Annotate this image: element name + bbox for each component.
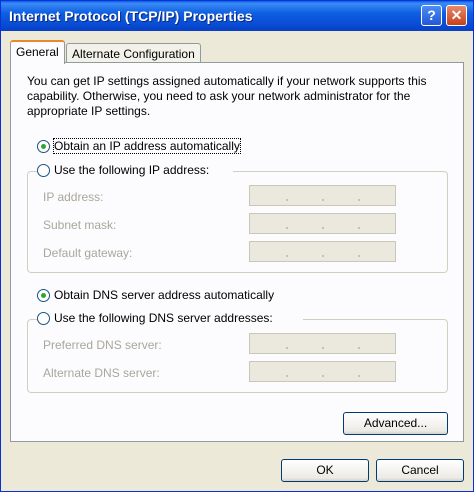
ip-address-input[interactable]: [249, 185, 396, 206]
help-icon: ?: [427, 7, 436, 23]
use-following-dns-label: Use the following DNS server addresses:: [54, 311, 273, 325]
help-button[interactable]: ?: [421, 5, 442, 26]
tab-general-label: General: [16, 45, 59, 59]
close-button[interactable]: ✕: [446, 5, 467, 26]
subnet-mask-input[interactable]: [249, 213, 396, 234]
radio-selected-dot: [41, 293, 46, 298]
ip-address-label: IP address:: [43, 190, 104, 204]
tab-alternate-configuration[interactable]: Alternate Configuration: [66, 43, 201, 63]
radio-selected-dot: [41, 144, 46, 149]
dialog-window: Internet Protocol (TCP/IP) Properties ? …: [0, 0, 474, 492]
radio-circle: [37, 164, 50, 177]
use-following-dns-radio[interactable]: Use the following DNS server addresses:: [37, 311, 303, 326]
obtain-dns-auto-label: Obtain DNS server address automatically: [54, 288, 275, 302]
title-bar[interactable]: Internet Protocol (TCP/IP) Properties ? …: [1, 1, 473, 31]
radio-circle: [37, 289, 50, 302]
close-icon: ✕: [450, 7, 463, 23]
preferred-dns-label: Preferred DNS server:: [43, 338, 162, 352]
alternate-dns-input[interactable]: [249, 361, 396, 382]
advanced-button[interactable]: Advanced...: [343, 412, 448, 435]
preferred-dns-input[interactable]: [249, 333, 396, 354]
use-following-ip-label: Use the following IP address:: [54, 163, 210, 177]
radio-circle: [37, 140, 50, 153]
tab-general[interactable]: General: [10, 40, 65, 64]
radio-circle: [37, 312, 50, 325]
ok-button[interactable]: OK: [281, 459, 369, 482]
cancel-button[interactable]: Cancel: [376, 459, 464, 482]
subnet-mask-label: Subnet mask:: [43, 218, 117, 232]
tab-alternate-configuration-label: Alternate Configuration: [72, 47, 195, 61]
use-following-ip-radio[interactable]: Use the following IP address:: [37, 163, 233, 178]
description-text: You can get IP settings assigned automat…: [27, 74, 427, 118]
obtain-ip-auto-label: Obtain an IP address automatically: [53, 138, 241, 154]
default-gateway-input[interactable]: [249, 241, 396, 262]
alternate-dns-label: Alternate DNS server:: [43, 366, 160, 380]
window-title: Internet Protocol (TCP/IP) Properties: [9, 8, 253, 24]
default-gateway-label: Default gateway:: [43, 246, 133, 260]
